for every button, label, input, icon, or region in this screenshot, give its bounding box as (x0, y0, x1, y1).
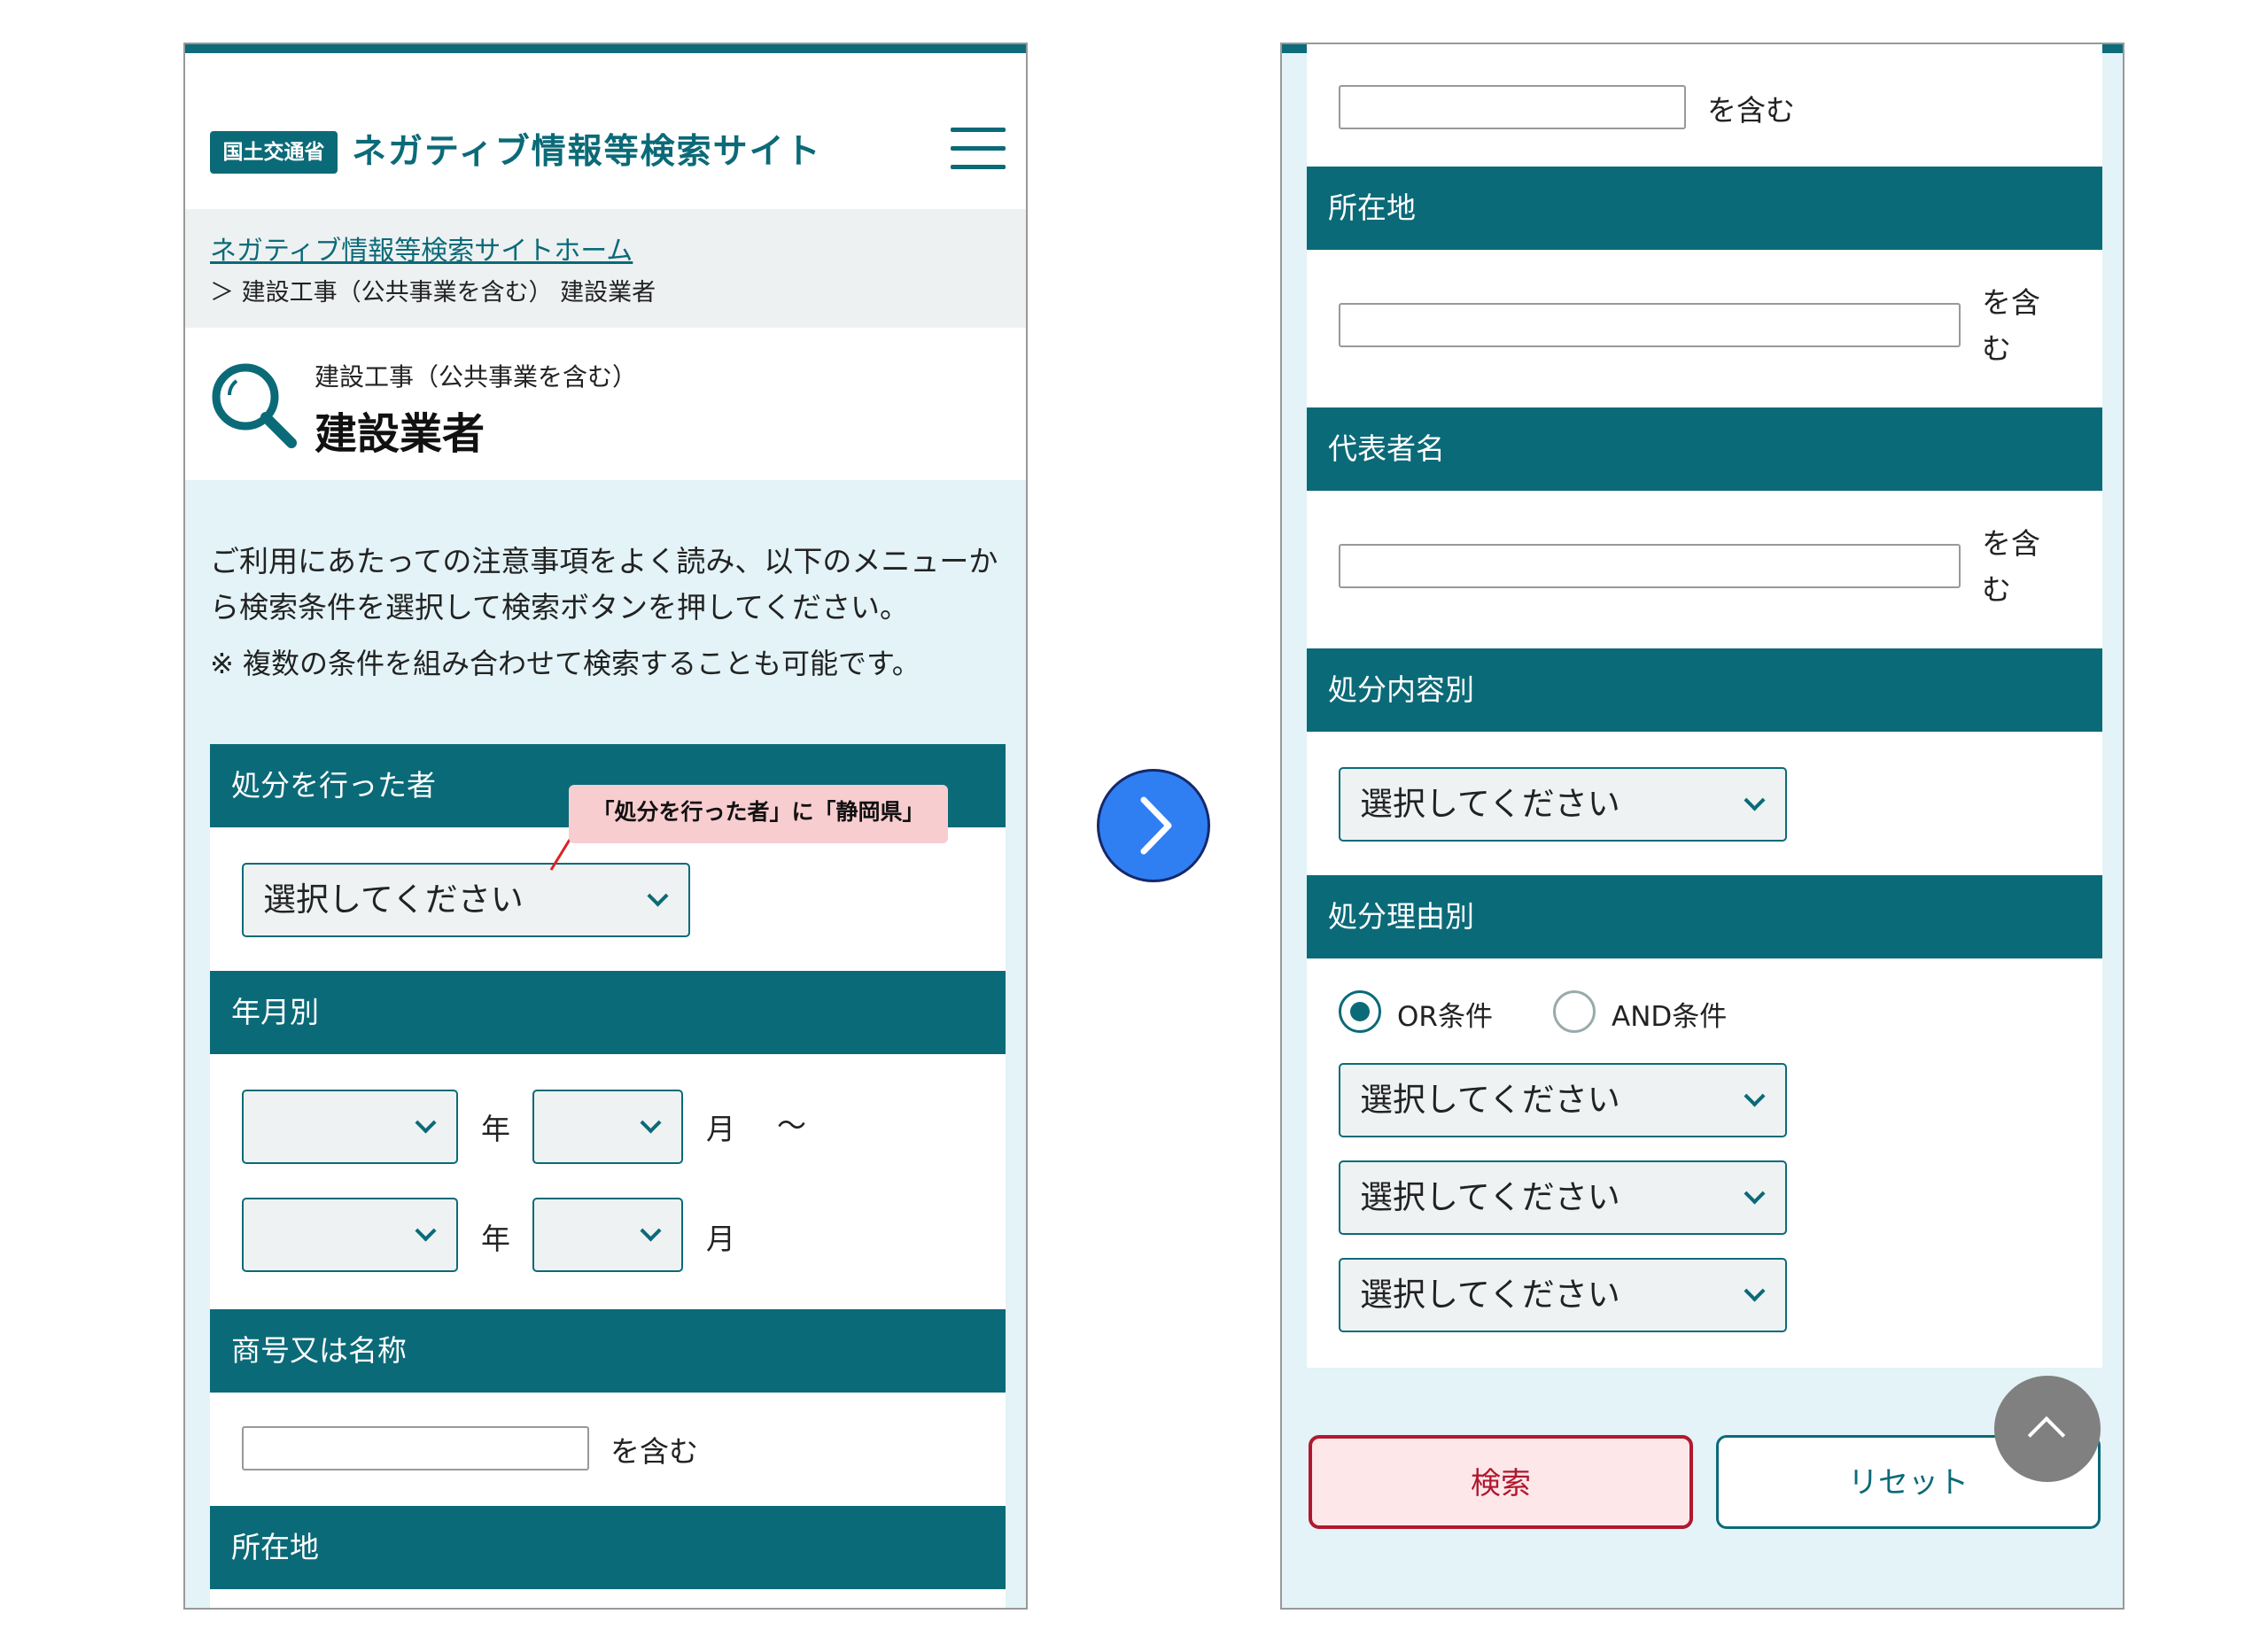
section-period: 年月別 年 月 〜 年 月 (210, 971, 1006, 1309)
section-disposition: 処分内容別 選択してください (1307, 648, 2102, 875)
section-address: 所在地 を含む (210, 1506, 1006, 1608)
chevron-down-icon (1744, 1280, 1766, 1302)
reason-select-2-value: 選択してください (1360, 1178, 1620, 1216)
reason-select-3-value: 選択してください (1360, 1276, 1620, 1314)
chevron-down-icon (647, 885, 669, 907)
reason-select-3[interactable]: 選択してください (1339, 1258, 1787, 1332)
from-month-select[interactable] (532, 1090, 683, 1164)
from-year-label: 年 (481, 1112, 510, 1146)
reason-select-1-value: 選択してください (1360, 1081, 1620, 1119)
to-month-label: 月 (706, 1222, 735, 1256)
header-accent-bar (185, 44, 1026, 53)
or-condition-label[interactable]: OR条件 (1397, 994, 1493, 1034)
section-reason-heading: 処分理由別 (1307, 875, 2102, 958)
company-contains-label: を含む (1707, 93, 1795, 128)
site-header: 国土交通省 ネガティブ情報等検索サイト (185, 53, 1026, 209)
chevron-right-icon (1140, 796, 1172, 855)
chevron-up-icon (2027, 1416, 2066, 1455)
reason-select-1[interactable]: 選択してください (1339, 1063, 1787, 1137)
intro-note: ※ 複数の条件を組み合わせて検索することも可能です。 (210, 647, 920, 680)
range-tilde: 〜 (777, 1108, 806, 1143)
breadcrumb: ネガティブ情報等検索サイトホーム ＞ 建設工事（公共事業を含む） 建設業者 (185, 209, 1026, 328)
from-year-select[interactable] (242, 1090, 458, 1164)
breadcrumb-current: ＞ 建設工事（公共事業を含む） 建設業者 (210, 279, 656, 306)
to-year-select[interactable] (242, 1198, 458, 1272)
section-company-heading: 商号又は名称 (210, 1309, 1006, 1393)
chevron-down-icon (415, 1112, 437, 1134)
chevron-down-icon (1744, 789, 1766, 811)
representative-input[interactable] (1339, 544, 1961, 588)
page-category: 建設工事（公共事業を含む） (315, 362, 638, 392)
section-representative-heading: 代表者名 (1307, 407, 2102, 491)
scroll-to-top-button[interactable] (1994, 1376, 2101, 1482)
intro-text: ご利用にあたっての注意事項をよく読み、以下のメニューから検索条件を選択して検索ボ… (210, 544, 998, 625)
and-condition-radio[interactable] (1553, 990, 1596, 1033)
company-name-input[interactable] (1339, 85, 1686, 129)
disposition-select[interactable]: 選択してください (1339, 767, 1787, 842)
address-input[interactable] (1339, 303, 1961, 347)
company-contains-label: を含む (610, 1434, 698, 1469)
disposition-select-value: 選択してください (1360, 785, 1620, 823)
actor-select-value: 選択してください (263, 881, 524, 919)
to-year-label: 年 (481, 1222, 510, 1256)
agency-badge: 国土交通省 (210, 131, 338, 174)
chevron-down-icon (415, 1220, 437, 1242)
site-name[interactable]: ネガティブ情報等検索サイト (352, 124, 822, 174)
chevron-down-icon (1744, 1085, 1766, 1107)
company-name-input[interactable] (242, 1426, 589, 1470)
from-month-label: 月 (706, 1112, 735, 1146)
actor-select[interactable]: 選択してください (242, 863, 690, 937)
section-address: 所在地 を含む (1307, 167, 2102, 407)
page-title-area: 建設工事（公共事業を含む） 建設業者 (185, 328, 1026, 480)
section-address-heading: 所在地 (1307, 167, 2102, 250)
representative-contains-label: を含む (1982, 526, 2040, 607)
next-step-arrow (1097, 769, 1210, 882)
reason-select-2[interactable]: 選択してください (1339, 1160, 1787, 1235)
section-company: 商号又は名称 を含む (210, 1309, 1006, 1506)
search-icon (212, 363, 297, 448)
hamburger-icon[interactable] (951, 128, 1006, 170)
section-reason: 処分理由別 OR条件 AND条件 選択してください 選択してください 選択してく… (1307, 875, 2102, 1368)
breadcrumb-home-link[interactable]: ネガティブ情報等検索サイトホーム (210, 229, 633, 268)
chevron-down-icon (640, 1220, 662, 1242)
mobile-screen-after: を含む 所在地 を含む 代表者名 を含む 処分内容別 選択してください 処分理由… (1280, 43, 2124, 1610)
or-condition-radio[interactable] (1339, 990, 1381, 1033)
annotation-callout: 「処分を行った者」に「静岡県」 (569, 785, 948, 843)
chevron-down-icon (640, 1112, 662, 1134)
and-condition-label[interactable]: AND条件 (1612, 994, 1727, 1034)
section-disposition-heading: 処分内容別 (1307, 648, 2102, 732)
section-address-heading: 所在地 (210, 1506, 1006, 1589)
search-button[interactable]: 検索 (1309, 1435, 1693, 1529)
section-period-heading: 年月別 (210, 971, 1006, 1054)
to-month-select[interactable] (532, 1198, 683, 1272)
section-representative: 代表者名 を含む (1307, 407, 2102, 648)
section-company-continued: を含む (1307, 44, 2102, 167)
section-actor: 処分を行った者 選択してください (210, 744, 1006, 971)
chevron-down-icon (1744, 1183, 1766, 1205)
page-title: 建設業者 (315, 409, 485, 459)
address-contains-label: を含む (1982, 285, 2040, 366)
mobile-screen-before: 国土交通省 ネガティブ情報等検索サイト ネガティブ情報等検索サイトホーム ＞ 建… (183, 43, 1028, 1610)
